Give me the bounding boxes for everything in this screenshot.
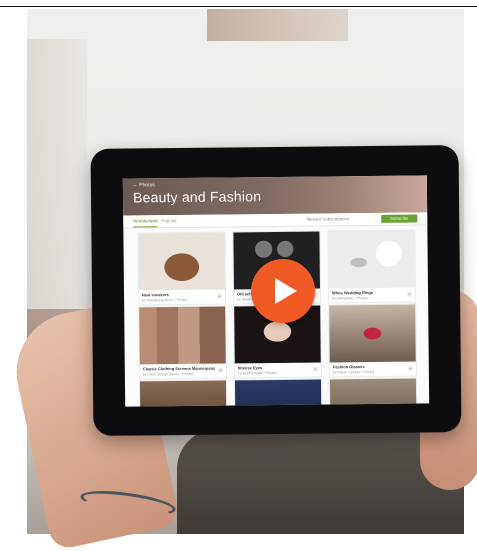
add-icon[interactable]: + xyxy=(217,293,223,299)
photo-icon xyxy=(139,380,227,407)
tab-popular[interactable]: Popular xyxy=(161,218,177,223)
sort-dropdown[interactable]: Newest subscriptions xyxy=(307,216,350,221)
top-divider xyxy=(0,6,477,7)
card-title: Classic Clothing Screens Mannequins xyxy=(142,365,216,372)
add-icon[interactable]: + xyxy=(407,365,413,371)
play-button[interactable] xyxy=(251,259,315,323)
wall-art xyxy=(207,9,348,41)
hero-banner: ← Photos Beauty and Fashion xyxy=(122,175,428,216)
page-title: Beauty and Fashion xyxy=(132,188,262,206)
card-meta: by Wandering Moon • Photos xyxy=(142,297,188,303)
subscribe-button[interactable]: Subscribe xyxy=(381,214,418,223)
photo-card[interactable]: New sneakers by Wandering Moon • Photos … xyxy=(137,231,227,306)
add-icon[interactable]: + xyxy=(407,291,413,297)
add-icon[interactable]: + xyxy=(217,367,223,373)
subscribe-button-label: Subscribe xyxy=(390,215,409,221)
card-meta: by JustPlymolet • Photos xyxy=(237,371,277,376)
background-door xyxy=(27,39,87,339)
card-meta: by Planet Spirited • Photos xyxy=(332,369,375,375)
photo-card[interactable] xyxy=(138,379,228,407)
add-icon[interactable]: + xyxy=(312,366,318,372)
photo-grid: New sneakers by Wandering Moon • Photos … xyxy=(137,229,419,407)
photo-card[interactable]: White Wedding Rings by Kathyanne • Photo… xyxy=(327,229,417,304)
photo-card[interactable]: Classic Clothing Screens Mannequins by F… xyxy=(138,305,227,380)
card-meta: by Kathyanne • Photos xyxy=(332,296,368,301)
glasses-photo-icon xyxy=(329,304,416,363)
card-meta: by Flash Design Sherry • Photos xyxy=(142,371,194,377)
photo-icon xyxy=(234,379,322,407)
tab-bar: Wonderland Popular Newest subscriptions … xyxy=(123,212,428,229)
breadcrumb[interactable]: ← Photos xyxy=(133,182,155,188)
photo-card[interactable] xyxy=(328,377,418,407)
tab-wonderland[interactable]: Wonderland xyxy=(133,218,157,223)
video-thumbnail-frame: ← Photos Beauty and Fashion Wonderland P… xyxy=(0,0,477,551)
shoes-photo-icon xyxy=(138,232,225,291)
photo-icon xyxy=(329,378,417,407)
photo-card[interactable] xyxy=(233,378,323,407)
rings-photo-icon xyxy=(328,230,415,289)
mannequin-photo-icon xyxy=(139,306,226,365)
play-icon xyxy=(275,278,297,304)
photo-card[interactable]: Fashion Glasses by Planet Spirited • Pho… xyxy=(328,303,417,378)
